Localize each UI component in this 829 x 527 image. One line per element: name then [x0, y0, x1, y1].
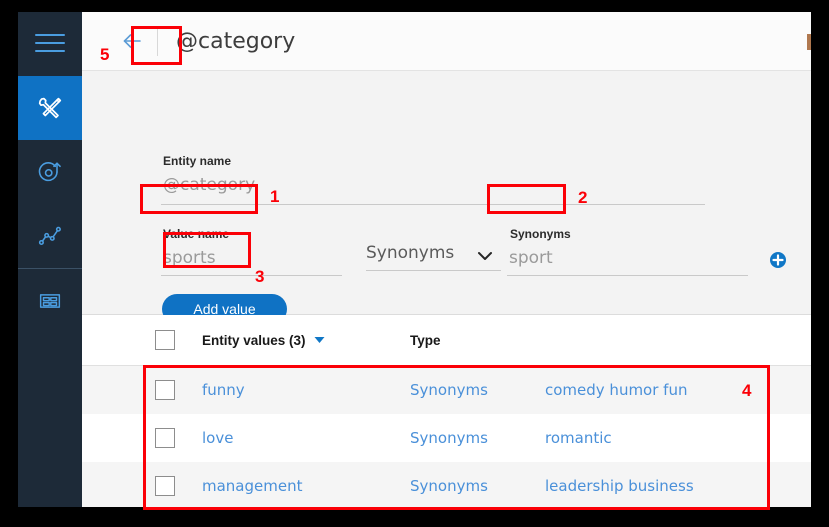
value-name-label: Value name: [163, 227, 230, 241]
entity-name-label: Entity name: [163, 154, 232, 168]
value-type-select[interactable]: Synonyms: [366, 243, 501, 271]
header-overflow-stub[interactable]: [807, 34, 811, 50]
back-button[interactable]: [113, 24, 151, 58]
main-content: @category Entity name Value name Synonym…: [82, 12, 811, 507]
sidebar-item-build[interactable]: [18, 76, 82, 140]
row-value-type: Synonyms: [410, 477, 488, 495]
row-value-name[interactable]: love: [202, 429, 410, 447]
add-synonym-button[interactable]: [769, 251, 787, 269]
entity-name-field[interactable]: [161, 169, 705, 205]
entity-form-panel: Entity name Value name Synonyms Synonyms: [82, 71, 811, 324]
page-header: @category: [82, 12, 811, 71]
grid-apps-icon: [37, 288, 63, 314]
left-nav-rail: [18, 12, 82, 507]
entity-values-table: Entity values (3) Type funny Synonyms co…: [82, 315, 811, 507]
table-row[interactable]: management Synonyms leadership business: [82, 462, 811, 507]
caret-down-icon: [314, 336, 325, 344]
synonyms-label: Synonyms: [510, 227, 571, 241]
deploy-target-icon: [36, 158, 64, 186]
row-value-synonyms: romantic: [545, 429, 612, 447]
row-value-type: Synonyms: [410, 381, 488, 399]
row-value-synonyms: comedy humor fun: [545, 381, 688, 399]
select-all-checkbox[interactable]: [155, 330, 175, 350]
row-checkbox[interactable]: [155, 380, 175, 400]
table-row[interactable]: love Synonyms romantic: [82, 414, 811, 462]
column-header-entity-values-label: Entity values (3): [202, 332, 306, 348]
screenshot-root: @category Entity name Value name Synonym…: [0, 0, 829, 527]
header-divider: [157, 26, 158, 56]
analytics-line-chart-icon: [36, 222, 64, 250]
sidebar-item-menu[interactable]: [18, 12, 82, 76]
column-header-type[interactable]: Type: [410, 333, 545, 348]
row-value-name[interactable]: funny: [202, 381, 410, 399]
app-window: @category Entity name Value name Synonym…: [18, 12, 811, 507]
column-header-entity-values[interactable]: Entity values (3): [202, 333, 410, 348]
synonyms-input[interactable]: [507, 244, 748, 276]
hamburger-menu-icon: [35, 34, 65, 54]
plus-circle-icon: [769, 252, 787, 273]
tools-icon: [35, 93, 65, 123]
row-value-name[interactable]: management: [202, 477, 410, 495]
row-checkbox[interactable]: [155, 476, 175, 496]
row-value-synonyms: leadership business: [545, 477, 694, 495]
value-type-select-label: Synonyms: [366, 243, 455, 263]
value-name-input[interactable]: [161, 244, 342, 276]
table-row[interactable]: funny Synonyms comedy humor fun: [82, 366, 811, 414]
chevron-down-icon: [475, 246, 495, 271]
sidebar-item-apps[interactable]: [18, 269, 82, 333]
table-header-row: Entity values (3) Type: [82, 315, 811, 366]
row-checkbox[interactable]: [155, 428, 175, 448]
sidebar-item-deploy[interactable]: [18, 140, 82, 204]
arrow-left-icon: [120, 31, 144, 51]
row-value-type: Synonyms: [410, 429, 488, 447]
sidebar-item-improve[interactable]: [18, 204, 82, 268]
page-title: @category: [176, 28, 296, 54]
